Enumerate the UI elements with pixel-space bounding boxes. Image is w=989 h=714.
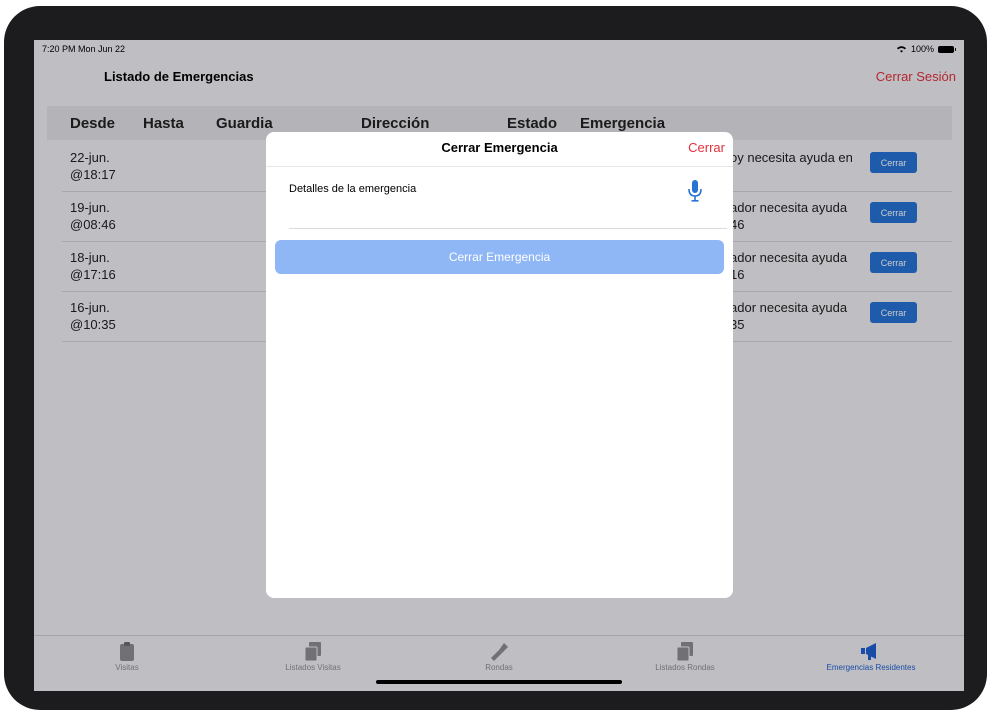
modal-divider	[266, 166, 733, 167]
microphone-icon[interactable]	[688, 180, 702, 202]
details-field[interactable]: Detalles de la emergencia	[289, 183, 416, 195]
details-field-underline	[289, 228, 727, 229]
close-emergency-modal: Cerrar Emergencia Cerrar Detalles de la …	[266, 132, 733, 598]
home-indicator	[376, 680, 622, 684]
modal-title: Cerrar Emergencia	[441, 140, 558, 155]
modal-close-button[interactable]: Cerrar	[688, 140, 725, 155]
screen: 7:20 PM Mon Jun 22 100% Listado de Emerg…	[34, 40, 964, 691]
submit-close-emergency-button[interactable]: Cerrar Emergencia	[275, 240, 724, 274]
ipad-frame: 7:20 PM Mon Jun 22 100% Listado de Emerg…	[4, 6, 987, 710]
